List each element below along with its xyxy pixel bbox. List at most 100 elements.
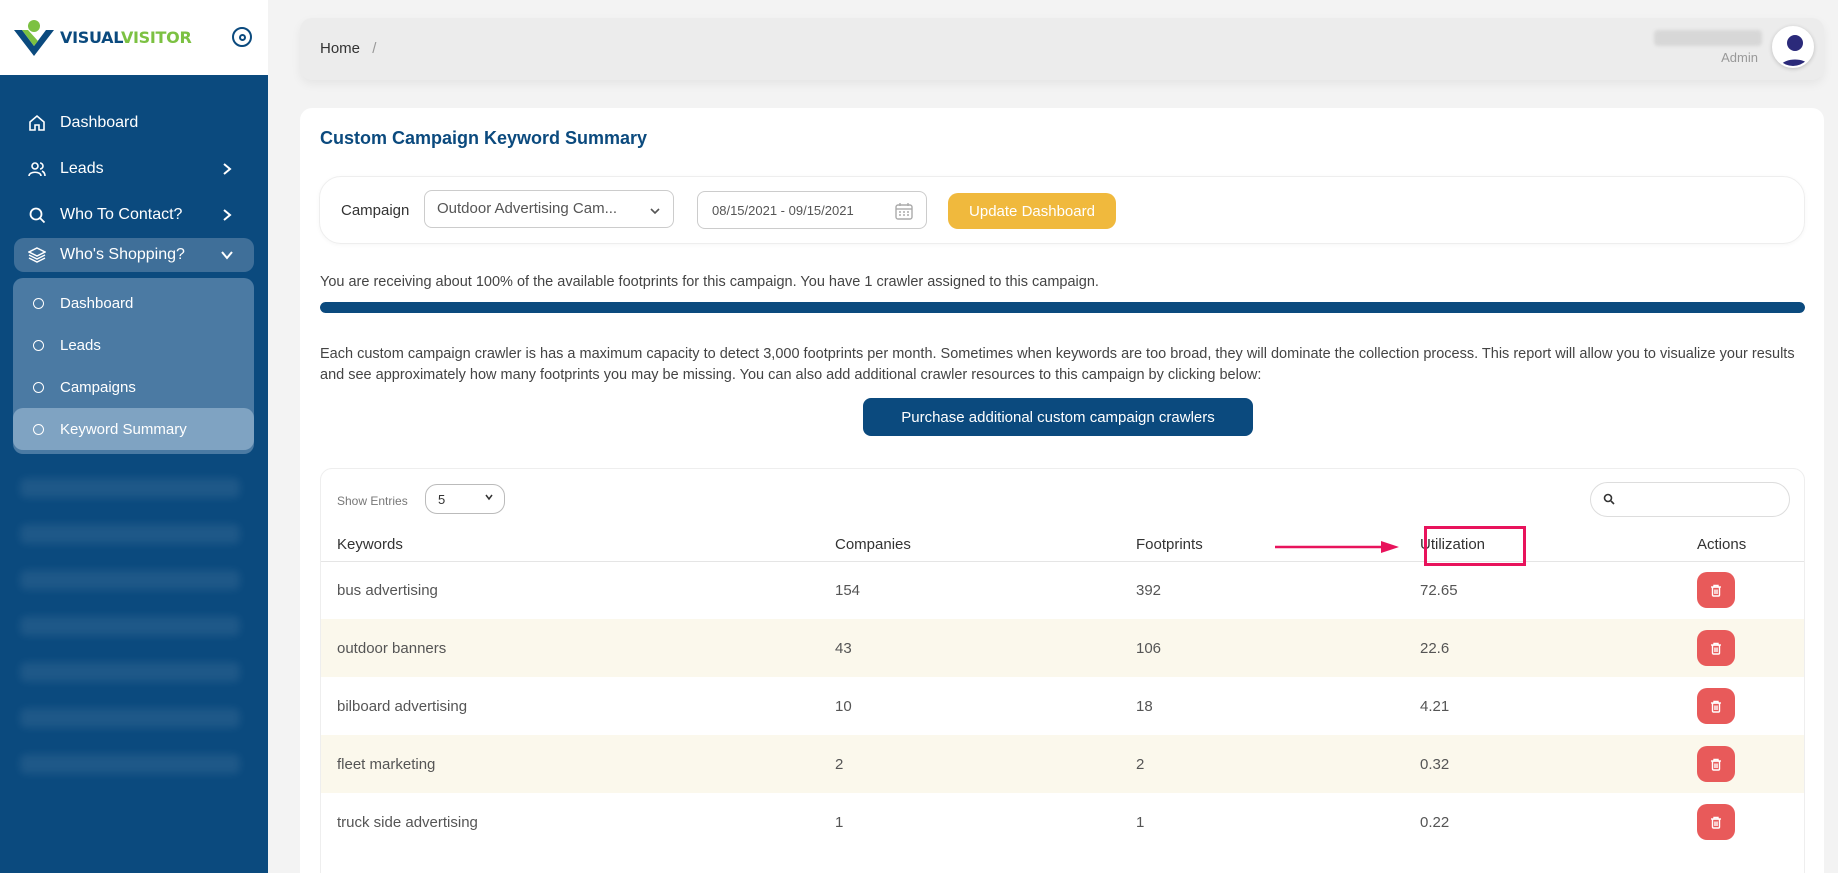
cell-companies: 154	[835, 581, 861, 599]
footprint-progress-bar	[320, 302, 1805, 313]
cell-footprints: 106	[1120, 619, 1404, 677]
sidebar-item-leads[interactable]: Leads	[0, 146, 268, 192]
utilization-header-wrap: Utilization	[1420, 526, 1681, 567]
date-range-value: 08/15/2021 - 09/15/2021	[712, 203, 854, 218]
entries-value: 5	[438, 492, 446, 507]
chevron-right-icon	[218, 206, 236, 224]
table-row: fleet marketing 2 2 0.32	[321, 735, 1804, 793]
filter-bar: Campaign Outdoor Advertising Cam... 08/1…	[319, 176, 1805, 244]
keyword-table: Keywords Companies Footprints Utilizatio…	[321, 526, 1804, 851]
delete-button[interactable]	[1697, 804, 1735, 840]
trash-icon	[1711, 700, 1721, 713]
trash-icon	[1711, 758, 1721, 771]
cell-utilization: 72.65	[1420, 581, 1458, 599]
blurred-nav-item	[20, 662, 240, 682]
sidebar-item-dashboard[interactable]: Dashboard	[0, 100, 268, 146]
chevron-down-icon	[484, 492, 494, 505]
trash-icon	[1711, 642, 1721, 655]
delete-button[interactable]	[1697, 572, 1735, 609]
campaign-select-value: Outdoor Advertising Cam...	[437, 200, 618, 217]
blurred-nav-item	[20, 708, 240, 728]
entries-select[interactable]: 5	[425, 484, 505, 514]
submenu-item-label: Campaigns	[60, 378, 136, 396]
trash-icon	[1711, 584, 1721, 597]
breadcrumb: Home /	[320, 40, 376, 57]
avatar[interactable]	[1772, 26, 1814, 68]
circle-icon	[33, 423, 44, 435]
sidebar-item-label: Who To Contact?	[60, 206, 183, 223]
breadcrumb-separator: /	[372, 40, 377, 57]
delete-button[interactable]	[1697, 688, 1735, 724]
blurred-nav-item	[20, 524, 240, 544]
submenu-item-dashboard[interactable]: Dashboard	[13, 282, 254, 324]
submenu-item-leads[interactable]: Leads	[13, 324, 254, 366]
trash-icon	[1711, 816, 1721, 829]
cell-keyword: fleet marketing	[321, 735, 819, 793]
top-header: Home / Admin	[300, 18, 1824, 80]
update-dashboard-button[interactable]: Update Dashboard	[948, 193, 1116, 229]
blurred-nav-item	[20, 754, 240, 774]
brand-name: VISUALVISITOR	[60, 28, 192, 47]
delete-button[interactable]	[1697, 746, 1735, 782]
main-card: Custom Campaign Keyword Summary Campaign…	[300, 108, 1824, 873]
home-icon	[28, 114, 46, 132]
sidebar-item-who-to-contact[interactable]: Who To Contact?	[0, 192, 268, 238]
crawler-description: Each custom campaign crawler is has a ma…	[320, 346, 1795, 383]
breadcrumb-home-link[interactable]: Home	[320, 40, 360, 57]
purchase-crawlers-button[interactable]: Purchase additional custom campaign craw…	[863, 398, 1253, 436]
column-header-keywords[interactable]: Keywords	[321, 529, 819, 562]
submenu-item-keyword-summary[interactable]: Keyword Summary	[13, 408, 254, 450]
campaign-label: Campaign	[341, 202, 410, 219]
column-header-footprints[interactable]: Footprints	[1120, 529, 1404, 562]
cell-companies: 10	[835, 697, 852, 715]
cell-utilization: 0.22	[1420, 813, 1450, 831]
logo-icon	[12, 16, 56, 60]
cell-actions	[1681, 619, 1804, 677]
column-header-actions: Actions	[1681, 529, 1804, 562]
circle-icon	[33, 339, 44, 351]
column-header-utilization[interactable]: Utilization	[1404, 526, 1681, 567]
target-icon	[238, 33, 246, 41]
sidebar-toggle-button[interactable]	[232, 27, 252, 47]
campaign-select[interactable]: Outdoor Advertising Cam...	[424, 190, 674, 228]
user-role: Admin	[1721, 50, 1758, 65]
page-title: Custom Campaign Keyword Summary	[320, 128, 648, 148]
cell-keyword: bus advertising	[337, 581, 438, 599]
cell-footprints: 1	[1136, 813, 1145, 831]
cell-actions	[1681, 735, 1804, 793]
layers-icon	[28, 246, 46, 264]
cell-actions	[1681, 561, 1804, 619]
cell-utilization: 0.32	[1404, 735, 1681, 793]
chevron-down-icon	[218, 246, 236, 264]
date-range-input[interactable]: 08/15/2021 - 09/15/2021	[697, 191, 927, 229]
submenu-item-label: Keyword Summary	[60, 420, 187, 438]
column-header-companies[interactable]: Companies	[819, 529, 1120, 562]
cell-actions	[1681, 677, 1804, 735]
whos-shopping-submenu: Dashboard Leads Campaigns Keyword Summar…	[13, 278, 254, 454]
sidebar: VISUALVISITOR Dashboard Leads Who To Con…	[0, 0, 268, 873]
blurred-nav-item	[20, 478, 240, 498]
table-row: bus advertising 154 392 72.65	[321, 561, 1804, 619]
users-icon	[28, 160, 46, 178]
brand-part2: VISITOR	[120, 28, 192, 47]
cell-utilization: 22.6	[1404, 619, 1681, 677]
keyword-table-panel: Show Entries 5 Keywords Companies Footpr…	[320, 468, 1805, 873]
cell-keyword: outdoor banners	[321, 619, 819, 677]
circle-icon	[33, 381, 44, 393]
submenu-item-campaigns[interactable]: Campaigns	[13, 366, 254, 408]
table-search-input[interactable]	[1590, 482, 1790, 517]
blurred-nav-item	[20, 616, 240, 636]
search-icon	[1603, 492, 1615, 510]
sidebar-item-label: Leads	[60, 160, 104, 177]
cell-utilization: 4.21	[1420, 697, 1450, 715]
calendar-icon[interactable]	[894, 201, 914, 224]
cell-actions	[1681, 793, 1804, 851]
show-entries-label: Show Entries	[337, 494, 408, 508]
sidebar-item-whos-shopping[interactable]: Who's Shopping?	[14, 238, 254, 272]
table-row: truck side advertising 1 1 0.22	[321, 793, 1804, 851]
user-name-redacted	[1654, 30, 1762, 46]
table-row: outdoor banners 43 106 22.6	[321, 619, 1804, 677]
cell-companies: 43	[819, 619, 1120, 677]
table-header-row: Keywords Companies Footprints Utilizatio…	[321, 526, 1804, 567]
delete-button[interactable]	[1697, 630, 1735, 666]
